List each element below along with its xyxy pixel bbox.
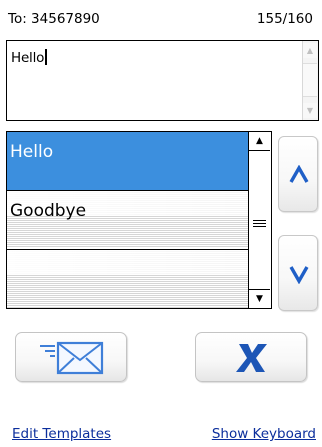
scroll-down-arrow-icon[interactable]: ▼ [303,103,317,118]
chevron-up-icon [289,165,309,183]
edit-templates-link[interactable]: Edit Templates [12,426,111,442]
scroll-down-arrow-icon[interactable]: ▼ [249,289,270,308]
scroll-grip-icon[interactable] [253,220,266,227]
x-icon [236,344,267,372]
template-item-goodbye[interactable]: Goodbye [7,190,249,248]
chevron-down-icon [289,266,309,284]
message-input[interactable]: Hello ▲ ▼ [6,40,319,121]
templates-list[interactable]: Hello Goodbye ▲ ▼ [6,131,272,309]
send-button[interactable] [15,332,127,382]
scroll-up-arrow-icon[interactable]: ▲ [249,132,270,151]
templates-scrollbar[interactable]: ▲ ▼ [248,132,271,308]
message-scrollbar[interactable]: ▲ ▼ [302,41,318,120]
message-text: Hello [11,50,45,66]
message-text-wrapper: Hello [11,49,48,66]
template-item-label: Goodbye [10,201,87,221]
cancel-button[interactable] [195,332,307,382]
recipient-label: To: 34567890 [8,11,100,27]
template-item-hello[interactable]: Hello [7,132,249,190]
show-keyboard-link[interactable]: Show Keyboard [212,426,316,442]
message-scroll-thumb[interactable] [303,63,317,97]
envelope-send-icon [40,341,104,375]
template-item-label: Hello [10,142,54,162]
character-counter: 155/160 [256,11,313,27]
template-item-empty[interactable] [7,249,249,308]
move-up-button[interactable] [278,136,318,212]
scroll-up-arrow-icon[interactable]: ▲ [303,43,317,58]
move-down-button[interactable] [278,235,318,311]
text-caret [45,49,48,65]
